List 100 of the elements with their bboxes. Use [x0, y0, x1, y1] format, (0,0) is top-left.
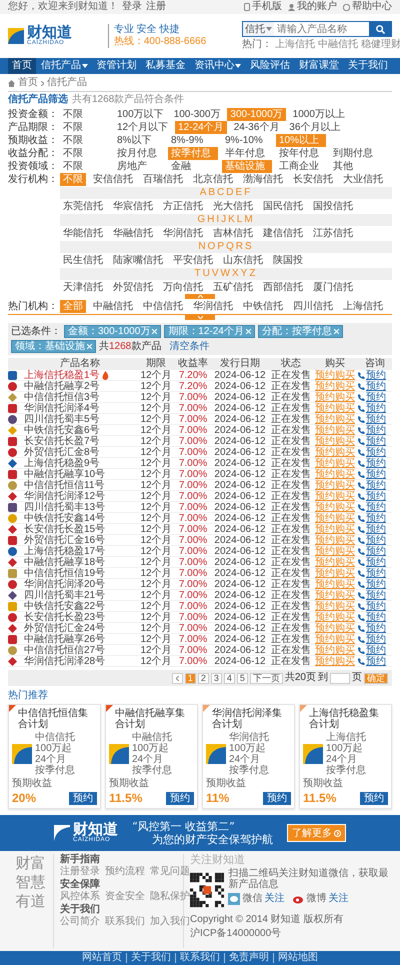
page-button[interactable]: 4: [224, 672, 235, 684]
filter-option[interactable]: 金融: [168, 160, 218, 173]
product-name-link[interactable]: 中融信托融享26号: [24, 634, 106, 645]
product-name-link[interactable]: 中融信托融享10号: [24, 469, 106, 480]
call-link[interactable]: 预约: [366, 590, 386, 601]
call-link[interactable]: 预约: [366, 491, 386, 502]
issuer-option[interactable]: 天津信托: [60, 281, 106, 294]
hot-search-link[interactable]: 中融信托: [318, 39, 358, 51]
product-name-link[interactable]: 华润信托润泽28号: [24, 656, 106, 667]
footer-link[interactable]: 预约流程: [105, 866, 145, 878]
filter-option[interactable]: 不限: [60, 108, 110, 121]
product-name-link[interactable]: 中信信托恒信11号: [24, 480, 104, 491]
issuer-option[interactable]: 东莞信托: [60, 200, 106, 213]
filter-option[interactable]: 不限: [60, 121, 110, 134]
call-link[interactable]: 预约: [366, 469, 386, 480]
clear-filters-link[interactable]: 清空条件: [169, 340, 210, 352]
call-link[interactable]: 预约: [366, 524, 386, 535]
filter-option[interactable]: 北京信托: [190, 173, 236, 186]
issuer-option[interactable]: 陆家嘴信托: [110, 254, 166, 267]
call-link[interactable]: 预约: [366, 579, 386, 590]
bottom-link[interactable]: 网站首页: [78, 953, 126, 963]
filter-option[interactable]: 1000万以上: [290, 108, 348, 121]
call-link[interactable]: 预约: [366, 535, 386, 546]
follow-link[interactable]: 关注: [264, 893, 284, 905]
call-link[interactable]: 预约: [366, 370, 386, 381]
issuer-option[interactable]: 江苏信托: [310, 227, 356, 240]
product-name-link[interactable]: 华润信托润泽20号: [24, 579, 106, 590]
bottom-link[interactable]: 免责声明: [224, 953, 273, 963]
call-link[interactable]: 预约: [366, 568, 386, 579]
product-name-link[interactable]: 长安信托长盈7号: [24, 436, 100, 447]
call-link[interactable]: 预约: [366, 392, 386, 403]
issuer-option[interactable]: 建信信托: [260, 227, 306, 240]
issuer-option[interactable]: 光大信托: [210, 200, 256, 213]
footer-link[interactable]: 公司简介: [60, 916, 100, 928]
issuer-option[interactable]: 国投信托: [310, 200, 356, 213]
footer-link[interactable]: 联系我们: [105, 916, 145, 928]
filter-option[interactable]: 24-36个月: [230, 121, 282, 134]
page-button[interactable]: 3: [210, 672, 222, 684]
page-button[interactable]: 2: [198, 672, 209, 684]
filter-option[interactable]: 9%-10%: [222, 134, 272, 147]
hot-search-link[interactable]: 上海信托: [275, 39, 315, 51]
product-card[interactable]: 中融信托融享集合计划 中融信托 100万起 24个月 按季付息 预期收益 11.5% 预约: [105, 704, 198, 809]
product-name-link[interactable]: 上海信托稳盈9号: [24, 458, 100, 469]
filter-option[interactable]: 不限: [60, 160, 110, 173]
filter-option[interactable]: 100万以下: [114, 108, 167, 121]
call-link[interactable]: 预约: [366, 513, 386, 524]
footer-link[interactable]: 加入我们: [150, 916, 190, 928]
issuer-option[interactable]: 平安信托: [170, 254, 216, 267]
product-name-link[interactable]: 长安信托长盈23号: [24, 612, 106, 623]
call-link[interactable]: 预约: [366, 546, 386, 557]
call-link[interactable]: 预约: [366, 436, 386, 447]
issuer-option[interactable]: 外贸信托: [110, 281, 156, 294]
product-name-link[interactable]: 华润信托润泽4号: [24, 403, 100, 414]
product-name-link[interactable]: 外贸信托汇金16号: [24, 535, 106, 546]
filter-option[interactable]: 其他: [330, 160, 380, 173]
filter-option[interactable]: 工商企业: [276, 160, 326, 173]
bottom-link[interactable]: 网站地图: [273, 953, 322, 963]
nav-item[interactable]: 信托产品: [36, 58, 92, 74]
nav-item[interactable]: 首页: [8, 58, 36, 74]
product-name-link[interactable]: 中铁信托安鑫6号: [24, 425, 100, 436]
issuer-option[interactable]: 国民信托: [260, 200, 306, 213]
issuer-option[interactable]: 厦门信托: [310, 281, 356, 294]
filter-option[interactable]: 中铁信托: [240, 300, 286, 313]
reserve-button[interactable]: 预约: [360, 792, 388, 805]
call-link[interactable]: 预约: [366, 414, 386, 425]
footer-link[interactable]: 注册登录: [60, 866, 100, 878]
call-link[interactable]: 预约: [366, 381, 386, 392]
call-link[interactable]: 预约: [366, 656, 386, 667]
nav-item[interactable]: 资管计划: [92, 58, 141, 74]
filter-option[interactable]: 半年付息: [222, 147, 272, 160]
product-name-link[interactable]: 外贸信托汇金8号: [24, 447, 100, 458]
call-link[interactable]: 预约: [366, 480, 386, 491]
product-card[interactable]: 中信信托恒信集合计划 中信信托 100万起 24个月 按季付息 预期收益 20% 预约: [8, 704, 101, 809]
product-card[interactable]: 上海信托稳盈集合计划 上海信托 100万起 24个月 按季付息 预期收益 11.5% 预约: [299, 704, 392, 809]
nav-item[interactable]: 风险评估: [246, 58, 294, 74]
top-link[interactable]: 我的账户: [297, 1, 337, 13]
product-name-link[interactable]: 中信信托恒信19号: [24, 568, 106, 579]
top-link[interactable]: 帮助中心: [352, 1, 392, 13]
filter-option[interactable]: 华润信托: [190, 300, 236, 313]
call-link[interactable]: 预约: [366, 403, 386, 414]
filter-option[interactable]: 长安信托: [290, 173, 336, 186]
call-link[interactable]: 预约: [366, 623, 386, 634]
next-page-button[interactable]: 下一页: [250, 672, 283, 684]
nav-item[interactable]: 财富课堂: [295, 58, 344, 74]
top-link[interactable]: 手机版: [252, 1, 282, 13]
page-input[interactable]: [330, 672, 350, 684]
filter-option[interactable]: 8%以下: [114, 134, 164, 147]
issuer-option[interactable]: 陕国投: [270, 254, 306, 267]
filter-option[interactable]: 安信信托: [90, 173, 136, 186]
product-name-link[interactable]: 中铁信托安鑫14号: [24, 513, 106, 524]
filter-option[interactable]: 按年付息: [276, 147, 326, 160]
search-button[interactable]: [369, 22, 391, 36]
auth-link[interactable]: 登录: [122, 1, 142, 13]
filter-option[interactable]: 百瑞信托: [140, 173, 186, 186]
filter-option[interactable]: 按月付息: [114, 147, 164, 160]
breadcrumb-link[interactable]: 首页: [18, 77, 38, 89]
collapse-tab[interactable]: [185, 294, 215, 299]
product-name-link[interactable]: 外贸信托汇金24号: [24, 623, 106, 634]
call-link[interactable]: 预约: [366, 557, 386, 568]
issuer-option[interactable]: 华润信托: [160, 227, 206, 240]
